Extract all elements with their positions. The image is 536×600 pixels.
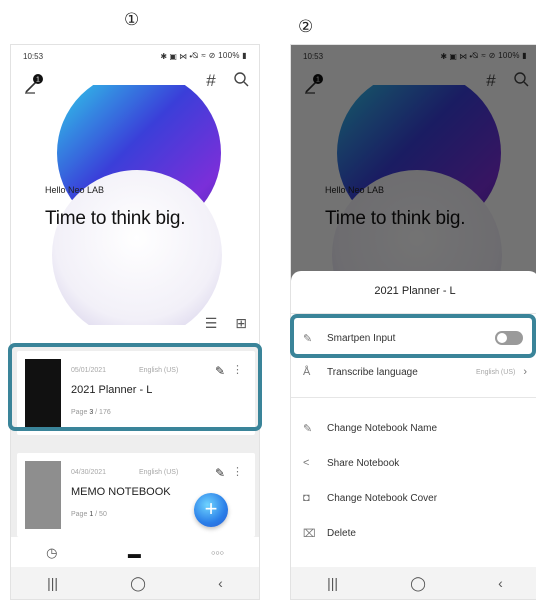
edit-icon: ✎: [303, 422, 313, 435]
transcribe-language-label: Transcribe language: [327, 366, 418, 378]
change-notebook-name-row[interactable]: ✎ Change Notebook Name: [291, 413, 536, 443]
divider: [291, 397, 536, 398]
step-marker-2: ②: [298, 17, 314, 37]
more-vertical-icon[interactable]: ⋮: [232, 465, 243, 478]
back-nav-button[interactable]: ‹: [218, 575, 223, 591]
notebooks-tab-icon[interactable]: ▬: [128, 546, 141, 561]
home-nav-button[interactable]: ◯: [130, 575, 146, 592]
status-right-icons: ⦰ ≈ ⊘ 100% ▮: [192, 51, 247, 60]
notebook-date: 04/30/2021: [71, 469, 107, 476]
highlight-box-notebook-card: [8, 343, 262, 431]
transcribe-language-value: English (US): [476, 368, 516, 376]
change-notebook-cover-label: Change Notebook Cover: [327, 492, 438, 504]
sheet-title: 2021 Planner - L: [374, 285, 456, 297]
notebook-language: English (US): [139, 469, 179, 476]
share-icon: <: [303, 457, 310, 469]
share-notebook-label: Share Notebook: [327, 457, 400, 469]
change-notebook-name-label: Change Notebook Name: [327, 422, 438, 434]
list-view-icon[interactable]: ☰: [205, 315, 218, 332]
change-notebook-cover-row[interactable]: ◘ Change Notebook Cover: [291, 483, 536, 513]
recents-nav-button[interactable]: |||: [327, 575, 338, 591]
chevron-right-icon: ›: [523, 366, 527, 378]
more-tab-icon[interactable]: ○○○: [211, 550, 224, 557]
home-nav-button[interactable]: ◯: [410, 575, 426, 592]
system-nav-bar: ||| ◯ ‹: [11, 567, 259, 599]
translate-icon: Å: [303, 366, 311, 378]
highlight-box-smartpen-input: [290, 314, 536, 358]
edit-pen-icon[interactable]: ✎: [215, 466, 225, 480]
transcribe-language-row[interactable]: Å Transcribe language English (US) ›: [291, 357, 536, 387]
step-marker-1: ①: [124, 10, 140, 30]
grid-view-icon[interactable]: ⊞: [235, 315, 247, 332]
hero-orb-graphic: [52, 85, 222, 325]
bottom-tab-bar: ◷ ▬ ○○○: [11, 537, 259, 569]
share-notebook-row[interactable]: < Share Notebook: [291, 448, 536, 478]
system-nav-bar: ||| ◯ ‹: [291, 567, 536, 599]
cover-image-icon: ◘: [303, 492, 310, 504]
phone-screen-home: 10:53 ✱ ▣ ⋈ • ⦰ ≈ ⊘ 100% ▮ 1 # Hello Neo…: [10, 44, 260, 600]
delete-label: Delete: [327, 527, 356, 539]
status-left-icons: ✱ ▣ ⋈ •: [160, 51, 193, 61]
notification-count: 1: [36, 77, 40, 84]
hero-banner: Hello Neo LAB Time to think big.: [11, 85, 259, 325]
hero-title: Time to think big.: [45, 208, 186, 229]
notebook-title: MEMO NOTEBOOK: [71, 486, 171, 498]
recent-tab-icon[interactable]: ◷: [46, 545, 57, 561]
status-time: 10:53: [23, 51, 44, 61]
delete-row[interactable]: ⌧ Delete: [291, 518, 536, 548]
hero-greeting: Hello Neo LAB: [45, 185, 105, 195]
status-bar: 10:53 ✱ ▣ ⋈ • ⦰ ≈ ⊘ 100% ▮: [11, 45, 259, 67]
back-nav-button[interactable]: ‹: [498, 575, 503, 591]
trash-icon: ⌧: [303, 527, 316, 540]
notebook-cover: [25, 461, 61, 529]
recents-nav-button[interactable]: |||: [47, 575, 58, 591]
add-notebook-button[interactable]: +: [194, 493, 228, 527]
notebook-page-count: Page 1 / 50: [71, 511, 107, 518]
view-toggle: ☰ ⊞: [205, 315, 247, 332]
